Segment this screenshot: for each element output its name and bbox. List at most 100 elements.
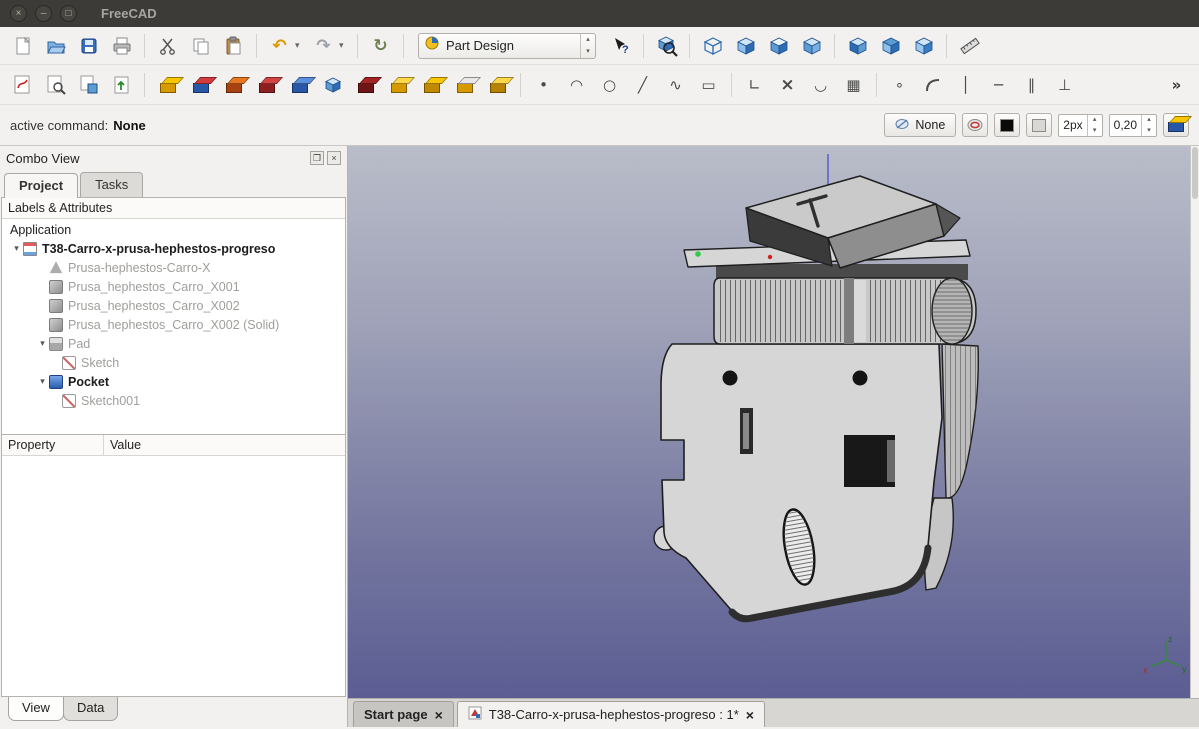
tree-item-pad[interactable]: ▾ Pad — [2, 334, 345, 353]
fit-all-icon[interactable] — [652, 31, 681, 60]
face-color-swatch[interactable] — [1026, 113, 1053, 137]
map-sketch-icon[interactable] — [74, 70, 103, 99]
tab-project[interactable]: Project — [4, 173, 79, 198]
paste-icon[interactable] — [219, 31, 248, 60]
workbench-combo-arrows[interactable]: ▴ ▾ — [580, 33, 595, 58]
tab-view[interactable]: View — [8, 697, 64, 721]
undo-dropdown-icon[interactable]: ▾ — [295, 40, 305, 51]
material-icon[interactable] — [962, 113, 989, 137]
float-panel-icon[interactable]: ❐ — [310, 151, 324, 165]
tree-item-mesh[interactable]: Prusa-hephestos-Carro-X — [2, 258, 345, 277]
top-view-icon[interactable] — [764, 31, 793, 60]
mirrored-icon[interactable] — [483, 70, 512, 99]
shape-appearance-button[interactable]: None — [884, 113, 957, 137]
measure-distance-icon[interactable] — [955, 31, 984, 60]
expander-icon[interactable]: ▾ — [36, 338, 49, 349]
viewport-scrollbar[interactable] — [1190, 146, 1199, 698]
create-arc-icon[interactable]: ◠ — [562, 70, 591, 99]
extend-edge-icon[interactable]: ◡ — [806, 70, 835, 99]
pad-icon[interactable] — [153, 70, 182, 99]
close-window-icon[interactable]: × — [10, 5, 27, 22]
rear-view-icon[interactable] — [843, 31, 872, 60]
close-tab-icon[interactable]: × — [435, 708, 443, 722]
external-geometry-icon[interactable]: ▦ — [839, 70, 868, 99]
axonometric-view-icon[interactable] — [698, 31, 727, 60]
refresh-icon[interactable]: ↻ — [366, 31, 395, 60]
3d-scene[interactable]: z x y — [348, 146, 1199, 698]
additive-prism-icon[interactable] — [285, 70, 314, 99]
subtractive-cut-icon[interactable] — [351, 70, 380, 99]
redo-icon[interactable]: ↷ — [309, 31, 338, 60]
constrain-coincident-icon[interactable]: ∟ — [740, 70, 769, 99]
create-circle-icon[interactable]: ○ — [595, 70, 624, 99]
tab-start-page[interactable]: Start page × — [353, 701, 454, 727]
constrain-parallel-icon[interactable]: ∥ — [1017, 70, 1046, 99]
create-sketch-icon[interactable] — [8, 70, 37, 99]
tree-item-solid[interactable]: Prusa_hephestos_Carro_X002 — [2, 296, 345, 315]
close-panel-icon[interactable]: × — [327, 151, 341, 165]
print-icon[interactable] — [107, 31, 136, 60]
constrain-perpendicular-icon[interactable]: ⊥ — [1050, 70, 1079, 99]
point-size-spinner[interactable]: 0,20 ▴ ▾ — [1108, 113, 1157, 137]
new-file-icon[interactable] — [8, 31, 37, 60]
maximize-window-icon[interactable]: □ — [60, 5, 77, 22]
tab-tasks[interactable]: Tasks — [80, 172, 144, 197]
copy-icon[interactable] — [186, 31, 215, 60]
additive-box-icon[interactable] — [318, 70, 347, 99]
constrain-horizontal-icon[interactable]: ─ — [984, 70, 1013, 99]
create-fillet-icon[interactable] — [918, 70, 947, 99]
tree-item-pocket[interactable]: ▾ Pocket — [2, 372, 345, 391]
expander-icon[interactable]: ▾ — [10, 243, 23, 254]
undo-icon[interactable]: ↶ — [265, 31, 294, 60]
create-point-icon[interactable]: • — [529, 70, 558, 99]
value-column-header[interactable]: Value — [104, 435, 147, 455]
toolbar-overflow-icon[interactable]: » — [1162, 70, 1191, 99]
whats-this-icon[interactable]: ? — [606, 31, 635, 60]
property-column-header[interactable]: Property — [2, 435, 104, 455]
pad-icon — [49, 336, 63, 351]
tree-item-sketch[interactable]: Sketch — [2, 353, 345, 372]
right-view-icon[interactable] — [797, 31, 826, 60]
create-line-icon[interactable]: ╱ — [628, 70, 657, 99]
separator — [689, 33, 690, 58]
draw-style-icon[interactable] — [1163, 113, 1189, 137]
labels-attributes-header: Labels & Attributes — [2, 198, 345, 219]
tab-data[interactable]: Data — [62, 697, 119, 721]
tree-item-application[interactable]: Application — [2, 220, 345, 239]
revolution-icon[interactable] — [186, 70, 215, 99]
redo-dropdown-icon[interactable]: ▾ — [339, 40, 349, 51]
create-rectangle-icon[interactable]: ▭ — [694, 70, 723, 99]
line-color-swatch[interactable] — [994, 113, 1021, 137]
tree-item-sketch001[interactable]: Sketch001 — [2, 391, 345, 410]
workbench-selector[interactable]: Part Design ▴ ▾ — [418, 32, 596, 59]
3d-viewport[interactable]: z x y — [348, 146, 1199, 698]
bottom-view-icon[interactable] — [876, 31, 905, 60]
property-table-body[interactable] — [2, 456, 345, 696]
cut-icon[interactable] — [153, 31, 182, 60]
tree-item-solid[interactable]: Prusa_hephestos_Carro_X002 (Solid) — [2, 315, 345, 334]
chamfer-icon[interactable] — [417, 70, 446, 99]
constrain-point-icon[interactable]: ∘ — [885, 70, 914, 99]
open-file-icon[interactable] — [41, 31, 70, 60]
tab-document[interactable]: T38-Carro-x-prusa-hephestos-progreso : 1… — [456, 701, 765, 727]
3d-model[interactable] — [653, 175, 979, 623]
close-tab-icon[interactable]: × — [746, 708, 754, 722]
groove-icon[interactable] — [252, 70, 281, 99]
save-file-icon[interactable] — [74, 31, 103, 60]
constrain-vertical-icon[interactable]: │ — [951, 70, 980, 99]
tree-item-document[interactable]: ▾ T38-Carro-x-prusa-hephestos-progreso — [2, 239, 345, 258]
left-view-icon[interactable] — [909, 31, 938, 60]
pocket-icon[interactable] — [219, 70, 248, 99]
expander-icon[interactable]: ▾ — [36, 376, 49, 387]
trim-edge-icon[interactable]: × — [773, 70, 802, 99]
scrollbar-thumb[interactable] — [1192, 147, 1198, 199]
minimize-window-icon[interactable]: – — [35, 5, 52, 22]
leave-sketch-icon[interactable] — [107, 70, 136, 99]
line-width-spinner[interactable]: 2px ▴ ▾ — [1058, 113, 1103, 137]
draft-icon[interactable] — [450, 70, 479, 99]
fillet-icon[interactable] — [384, 70, 413, 99]
edit-sketch-icon[interactable] — [41, 70, 70, 99]
tree-item-solid[interactable]: Prusa_hephestos_Carro_X001 — [2, 277, 345, 296]
create-polyline-icon[interactable]: ∿ — [661, 70, 690, 99]
front-view-icon[interactable] — [731, 31, 760, 60]
